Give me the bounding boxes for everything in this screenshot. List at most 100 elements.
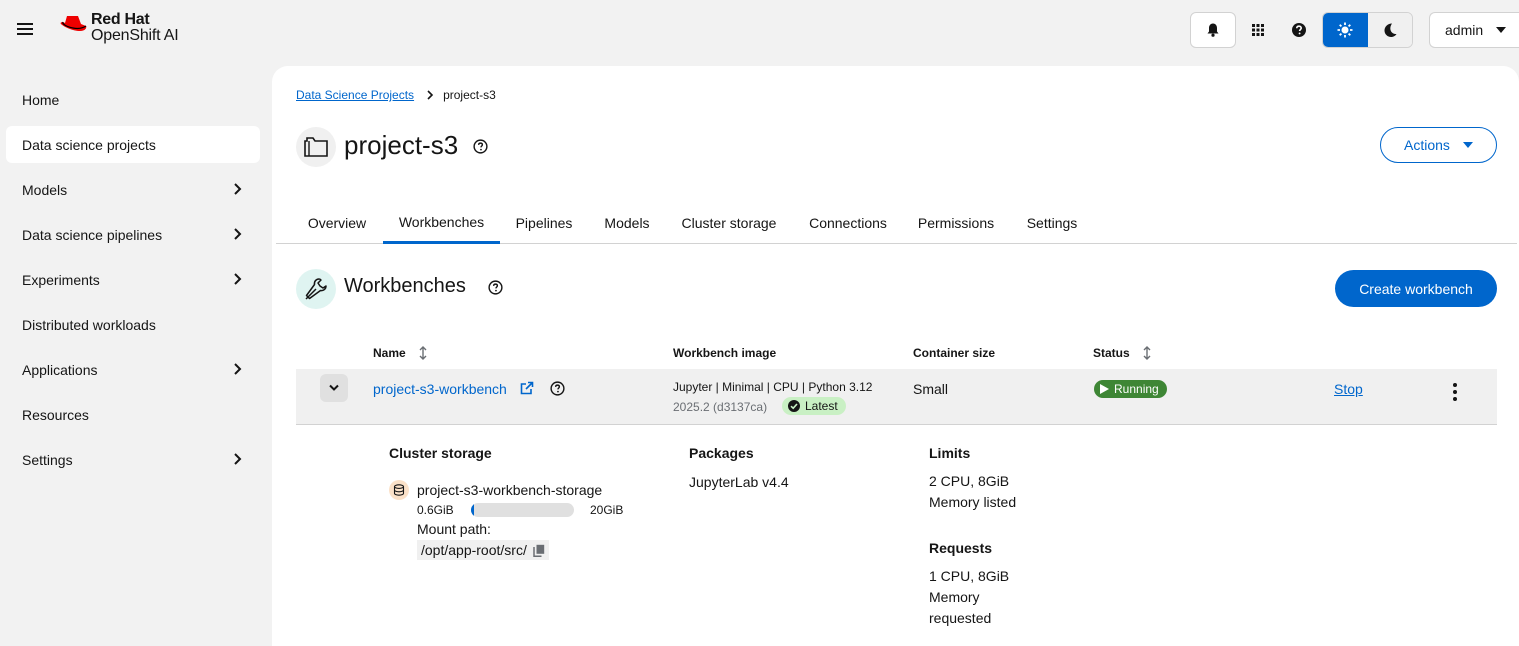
question-circle-icon[interactable] (473, 139, 488, 154)
user-name: admin (1445, 22, 1484, 38)
kebab-menu-icon[interactable] (1448, 383, 1462, 401)
cluster-storage-heading: Cluster storage (389, 445, 492, 461)
sidebar-item-label: Data science projects (22, 136, 156, 153)
storage-total: 20GiB (590, 503, 624, 517)
help-button[interactable] (1281, 12, 1317, 48)
breadcrumb-link-projects[interactable]: Data Science Projects (296, 88, 414, 102)
hamburger-menu-icon[interactable] (17, 20, 33, 36)
masthead: Red Hat OpenShift AI admin (0, 0, 1519, 62)
breadcrumb: Data Science Projects project-s3 (296, 88, 496, 102)
sidebar-item-label: Applications (22, 361, 98, 378)
tab-overview[interactable]: Overview (296, 202, 378, 244)
sidebar-item-label: Distributed workloads (22, 316, 156, 333)
table-row: project-s3-workbench Jupyter | Minimal |… (296, 369, 1497, 425)
tab-permissions[interactable]: Permissions (907, 202, 1005, 244)
sidebar-item-resources[interactable]: Resources (6, 396, 260, 433)
sidebar-item-label: Data science pipelines (22, 226, 163, 243)
sidebar-item-label: Home (22, 91, 60, 108)
actions-label: Actions (1404, 137, 1450, 153)
brand-logo[interactable]: Red Hat OpenShift AI (58, 11, 179, 44)
sort-icon (1143, 346, 1151, 360)
folder-icon (304, 137, 328, 157)
sidebar-item-settings[interactable]: Settings (6, 441, 260, 478)
project-tabs: Overview Workbenches Pipelines Models Cl… (276, 202, 1517, 244)
chevron-right-icon (234, 363, 242, 375)
notification-button[interactable] (1190, 12, 1236, 48)
limits-memory-note: Memory listed (929, 494, 1017, 510)
mount-path-text: /opt/app-root/src/ (421, 542, 527, 558)
status-badge[interactable]: Running (1094, 380, 1167, 398)
packages-heading: Packages (689, 445, 754, 461)
sidebar-item-data-science-pipelines[interactable]: Data science pipelines (6, 216, 260, 253)
sidebar-item-label: Resources (22, 406, 89, 423)
tab-connections[interactable]: Connections (797, 202, 899, 244)
moon-icon (1384, 23, 1397, 37)
external-link-icon[interactable] (520, 381, 534, 395)
database-icon (389, 480, 409, 500)
actions-dropdown-button[interactable]: Actions (1380, 127, 1497, 163)
sort-icon (419, 346, 427, 360)
tab-settings[interactable]: Settings (1014, 202, 1090, 244)
user-menu-toggle[interactable]: admin (1429, 12, 1519, 48)
question-circle-icon[interactable] (488, 280, 503, 295)
check-circle-icon (788, 400, 800, 412)
question-circle-icon[interactable] (550, 381, 565, 396)
theme-toggle (1322, 12, 1413, 48)
breadcrumb-current: project-s3 (443, 88, 496, 102)
tab-workbenches[interactable]: Workbenches (383, 202, 500, 244)
sidebar-item-data-science-projects[interactable]: Data science projects (6, 126, 260, 163)
sidebar-item-distributed-workloads[interactable]: Distributed workloads (6, 306, 260, 343)
stop-workbench-button[interactable]: Stop (1334, 381, 1363, 397)
latest-badge: Latest (782, 397, 846, 415)
column-header-status[interactable]: Status (1093, 346, 1152, 360)
caret-down-icon (1496, 27, 1507, 33)
brand-line1: Red Hat (91, 11, 150, 28)
main-content: Data Science Projects project-s3 project… (272, 66, 1519, 646)
storage-usage-bar (471, 503, 574, 517)
section-title: Workbenches (344, 275, 466, 297)
tab-models[interactable]: Models (592, 202, 662, 244)
column-header-image: Workbench image (673, 346, 777, 360)
create-workbench-button[interactable]: Create workbench (1335, 270, 1497, 307)
package-item: JupyterLab v4.4 (689, 474, 789, 490)
storage-usage-fill (471, 503, 475, 517)
sidebar-item-label: Experiments (22, 271, 100, 288)
limits-heading: Limits (929, 445, 971, 461)
tab-cluster-storage[interactable]: Cluster storage (668, 202, 790, 244)
chevron-right-icon (234, 273, 242, 285)
container-size-value: Small (913, 381, 949, 397)
brand-line2: OpenShift AI (91, 27, 179, 44)
chevron-right-icon (234, 453, 242, 465)
workbench-name-link[interactable]: project-s3-workbench (373, 381, 507, 397)
column-header-name[interactable]: Name (373, 346, 428, 360)
tab-pipelines[interactable]: Pipelines (504, 202, 584, 244)
copy-icon[interactable] (533, 544, 545, 557)
requests-cpu-memory: 1 CPU, 8GiB (929, 568, 1010, 584)
sidebar-item-applications[interactable]: Applications (6, 351, 260, 388)
row-expand-button[interactable] (320, 374, 348, 402)
storage-name: project-s3-workbench-storage (417, 482, 603, 498)
column-header-label: Name (373, 346, 406, 360)
app-grid-icon (1252, 24, 1264, 36)
wrench-icon (305, 278, 327, 300)
workbench-section-icon (296, 269, 336, 309)
sidebar-item-experiments[interactable]: Experiments (6, 261, 260, 298)
sidebar-item-models[interactable]: Models (6, 171, 260, 208)
dark-theme-button[interactable] (1367, 13, 1412, 47)
app-launcher-button[interactable] (1240, 12, 1276, 48)
chevron-down-icon (329, 384, 339, 391)
bell-icon (1207, 23, 1219, 37)
mount-path-value: /opt/app-root/src/ (417, 540, 549, 560)
status-label: Running (1114, 382, 1159, 396)
workbench-image-version: 2025.2 (d3137ca) (673, 400, 768, 414)
requests-heading: Requests (929, 540, 993, 556)
light-theme-button[interactable] (1323, 13, 1368, 47)
storage-used: 0.6GiB (417, 503, 454, 517)
sidebar-item-home[interactable]: Home (6, 81, 260, 118)
column-header-label: Status (1093, 346, 1130, 360)
latest-badge-label: Latest (805, 399, 838, 413)
mount-path-label: Mount path: (417, 521, 491, 537)
requests-memory-note-1: Memory (929, 589, 980, 605)
chevron-right-icon (234, 183, 242, 195)
chevron-right-icon (234, 228, 242, 240)
